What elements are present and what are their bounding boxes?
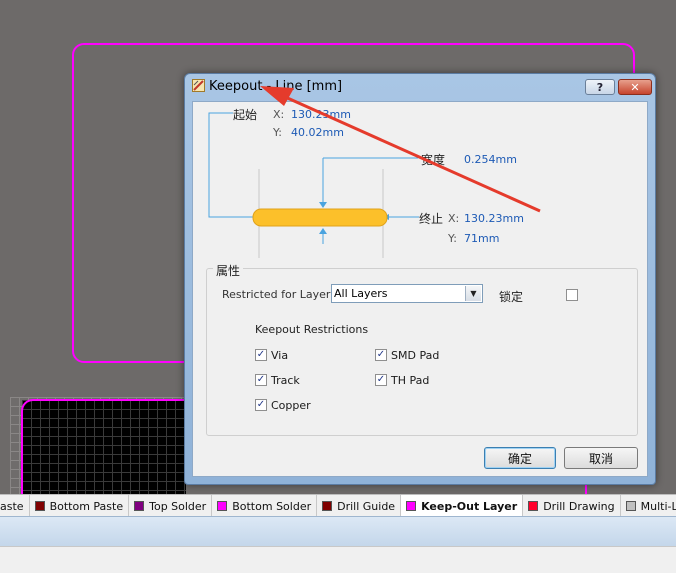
annotation-arrow	[260, 86, 541, 213]
